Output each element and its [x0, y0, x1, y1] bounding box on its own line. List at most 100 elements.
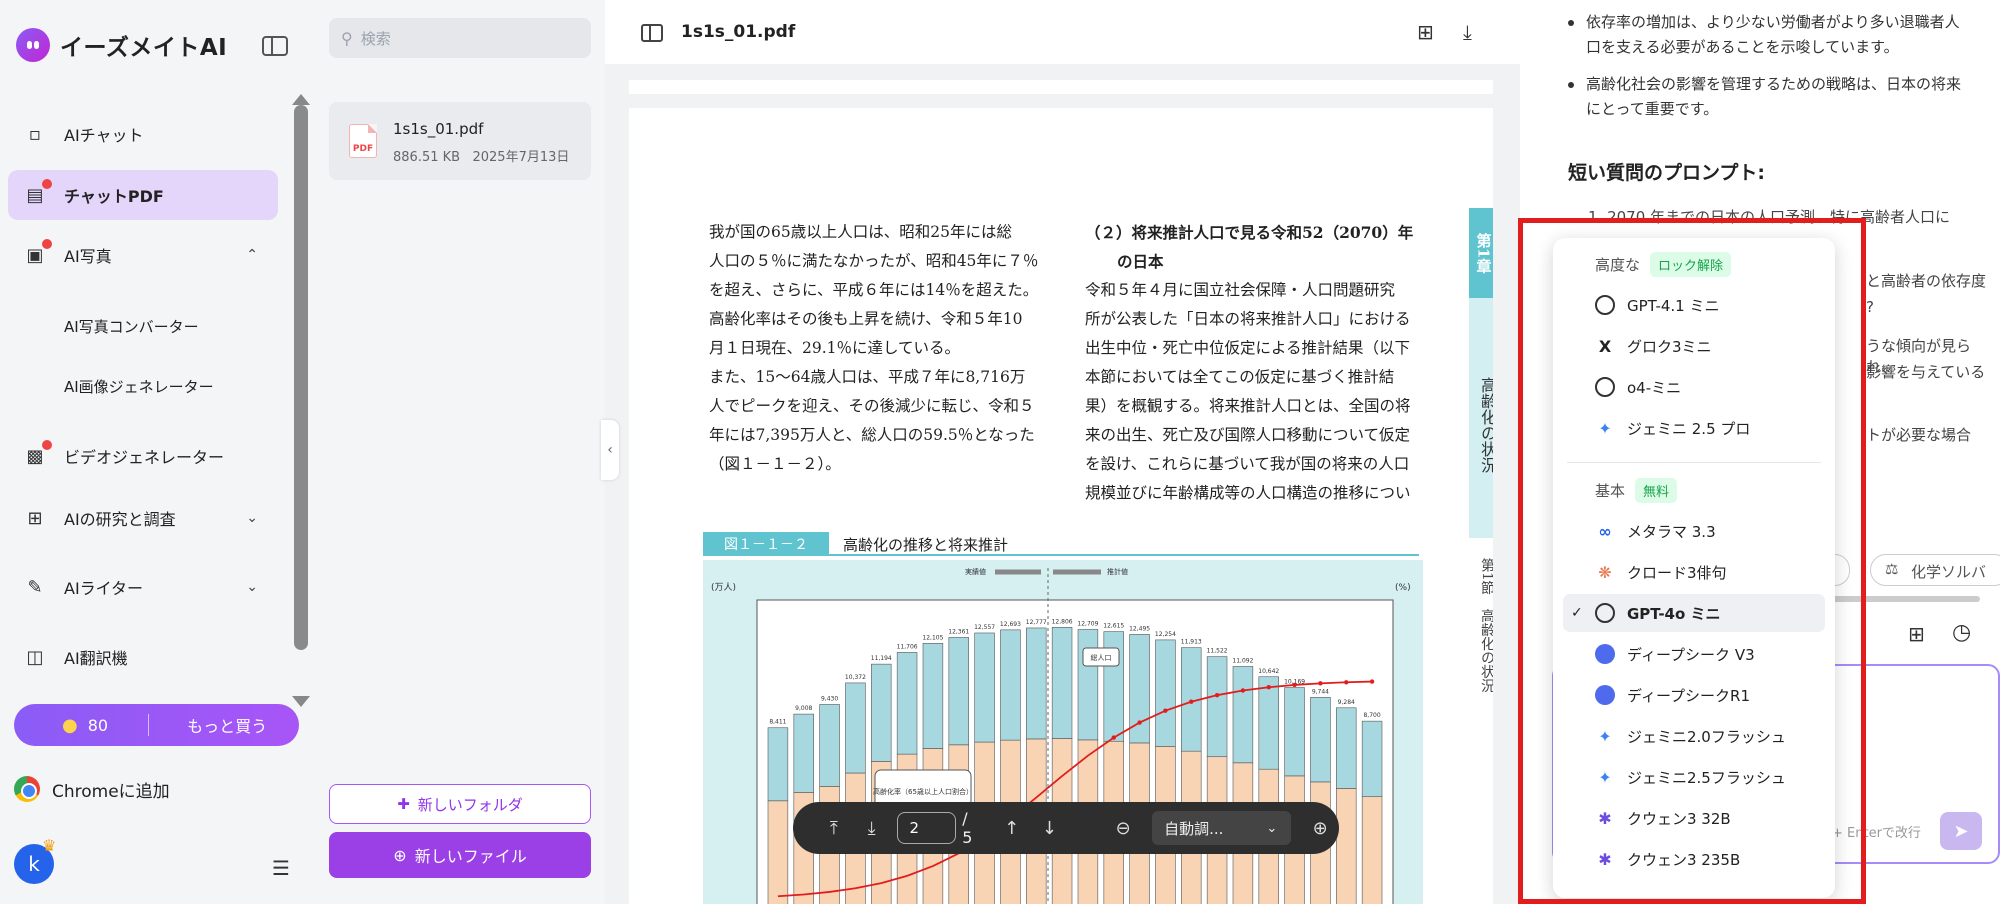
notification-dot	[42, 440, 52, 450]
sidebar: イーズメイトAI ▫ AIチャット ▤ チャットPDF ▣ AI写真 ⌃ AI写…	[0, 0, 315, 904]
pdf-text-line: 我が国の65歳以上人口は、昭和25年には総	[709, 223, 1012, 241]
bar-total-label: 10,642	[1258, 668, 1279, 675]
translate-icon: ◫	[26, 646, 44, 668]
sidebar-item-research[interactable]: ⊞ AIの研究と調査 ⌄	[8, 493, 278, 543]
sidebar-subitem-photo-converter[interactable]: AI写真コンバーター	[64, 316, 199, 337]
bar-total-label: 9,284	[1338, 699, 1355, 706]
download-icon[interactable]: ⤓	[1463, 20, 1472, 44]
chrome-icon	[14, 776, 40, 802]
bar-total-label: 12,361	[948, 628, 969, 635]
coin-icon: ●	[62, 714, 78, 736]
sidebar-item-video-generator[interactable]: ▩ ビデオジェネレーター	[8, 431, 278, 481]
sidebar-item-label: チャットPDF	[64, 187, 164, 206]
figure-header: 図１－１－２ 高齢化の推移と将来推計	[703, 532, 1423, 556]
credit-count: 80	[87, 715, 109, 735]
send-button[interactable]: ➤	[1940, 812, 1982, 850]
bar-segment-aged	[1000, 629, 1021, 741]
pdf-text-line: 本節においては全てこの仮定に基づく推計結	[1085, 368, 1395, 386]
pdf-section-heading: （２）将来推計人口で見る令和52（2070）年	[1085, 223, 1414, 242]
crop-icon[interactable]: ⊞	[1908, 622, 1925, 646]
bar-total-label: 12,806	[1052, 618, 1073, 625]
bar-segment-aged	[1284, 687, 1305, 777]
sidebar-scrollbar[interactable]	[294, 105, 308, 650]
add-to-chrome-link[interactable]: Chromeに追加	[14, 776, 170, 802]
chat-icon: ▫	[28, 123, 42, 145]
page-number-input[interactable]: 2	[896, 812, 957, 844]
buy-more-button[interactable]: もっと買う	[187, 713, 267, 737]
pdf-text-column-1: 我が国の65歳以上人口は、昭和25年には総 人口の５％に満たなかったが、昭和45…	[709, 218, 1054, 479]
bar-segment-aged	[819, 704, 840, 787]
sidebar-item-translator[interactable]: ◫ AI翻訳機	[8, 632, 278, 682]
pdf-text-line: 出生中位・死亡中位仮定による推計結果（以下	[1085, 339, 1411, 357]
search-input[interactable]: ⚲ 検索	[329, 18, 591, 58]
first-page-icon[interactable]: ⤒	[815, 818, 853, 839]
new-folder-button[interactable]: ✚ 新しいフォルダ	[329, 784, 591, 824]
actual-label: 実績値	[965, 567, 986, 576]
zoom-in-icon[interactable]: ⊕	[1301, 818, 1339, 839]
chat-bullet: 高齢化社会の影響を管理するための戦略は、日本の将来にとって重要です。	[1568, 72, 1966, 122]
zoom-label: 自動調...	[1164, 819, 1224, 838]
bar-total-label: 11,522	[1207, 648, 1228, 655]
bar-segment-aged	[1077, 629, 1099, 741]
pdf-text-line: 高齢化率はその後も上昇を続け、令和５年10	[709, 310, 1023, 328]
brand[interactable]: イーズメイトAI	[16, 28, 227, 62]
bar-total-label: 12,557	[974, 624, 995, 631]
chemistry-solver-chip[interactable]: ⚖ 化学ソルバ	[1870, 554, 2000, 586]
divider	[148, 714, 150, 736]
sidebar-item-ai-chat[interactable]: ▫ AIチャット	[8, 109, 278, 159]
scroll-down-arrow-icon[interactable]	[292, 696, 310, 707]
bar-total-label: 12,254	[1155, 631, 1176, 638]
file-size: 886.51 KB	[393, 150, 461, 165]
bar-total-label: 9,430	[821, 695, 838, 702]
projection-label: 推計値	[1107, 567, 1128, 576]
search-placeholder: 検索	[360, 29, 391, 48]
panel-toggle-icon[interactable]	[641, 24, 663, 42]
notification-dot	[42, 239, 52, 249]
sidebar-subitem-image-generator[interactable]: AI画像ジェネレーター	[64, 376, 214, 397]
sidebar-item-label: AIライター	[64, 579, 144, 598]
notification-dot	[42, 179, 52, 189]
zoom-out-icon[interactable]: ⊖	[1104, 818, 1142, 839]
y-right-unit: (%)	[1395, 583, 1411, 593]
pdf-text-line: （図１－１－２）。	[709, 455, 841, 473]
sidebar-item-label: AIチャット	[64, 126, 144, 145]
chevron-down-icon: ⌄	[246, 579, 258, 595]
scroll-up-arrow-icon[interactable]	[292, 94, 310, 105]
bar-segment-working	[1361, 796, 1383, 904]
bar-segment-aged	[1026, 627, 1047, 740]
figure-rule	[829, 554, 1419, 556]
zoom-select[interactable]: 自動調... ⌄	[1152, 811, 1292, 845]
next-page-icon[interactable]: ↓	[1031, 818, 1069, 839]
sidebar-item-chat-pdf[interactable]: ▤ チャットPDF	[8, 170, 278, 220]
sidebar-item-ai-photo[interactable]: ▣ AI写真 ⌃	[8, 230, 278, 280]
history-list-icon[interactable]: ☰	[272, 856, 290, 880]
crop-icon[interactable]: ⊞	[1417, 20, 1434, 44]
bar-segment-aged	[1051, 626, 1073, 739]
bar-total-label: 11,913	[1181, 639, 1202, 646]
pdf-chat-icon: ▤	[22, 179, 52, 207]
flask-icon: ⚖	[1885, 560, 1899, 578]
collapse-panel-handle[interactable]: ‹	[601, 420, 619, 480]
bar-segment-aged	[1310, 696, 1331, 783]
photo-icon: ▣	[22, 239, 52, 267]
file-panel: ⚲ 検索 PDF 1s1s_01.pdf 886.51 KB 2025年7月13…	[315, 0, 605, 904]
last-page-icon[interactable]: ⤓	[853, 818, 891, 839]
new-file-button[interactable]: ⊕ 新しいファイル	[329, 832, 591, 878]
history-clock-icon[interactable]: ◷	[1952, 620, 1971, 645]
bar-total-label: 10,372	[845, 674, 866, 681]
credits-bar[interactable]: ● 80 もっと買う	[14, 704, 299, 746]
pdf-text-line: 人でピークを迎え、その後減少に転じ、令和５	[709, 397, 1035, 415]
pdf-file-icon: PDF	[349, 124, 377, 158]
pdf-viewer: 1s1s_01.pdf ⊞ ⤓ ‹ 我が国の65歳以上人口は、昭和25年には総 …	[601, 0, 1520, 904]
new-file-label: 新しいファイル	[414, 847, 527, 866]
previous-page-icon[interactable]: ↑	[993, 818, 1031, 839]
sidebar-item-label: AI写真	[64, 247, 112, 266]
chat-question-line: 影響を与えている	[1866, 363, 1986, 381]
bar-segment-working	[1336, 788, 1357, 904]
bar-segment-aged	[1155, 639, 1176, 747]
bar-segment-working	[767, 800, 789, 904]
sidebar-item-writer[interactable]: ✎ AIライター ⌄	[8, 562, 278, 612]
sidebar-toggle-icon[interactable]	[262, 36, 288, 56]
bar-total-label: 11,706	[897, 643, 918, 650]
file-item[interactable]: PDF 1s1s_01.pdf 886.51 KB 2025年7月13日	[329, 102, 591, 180]
